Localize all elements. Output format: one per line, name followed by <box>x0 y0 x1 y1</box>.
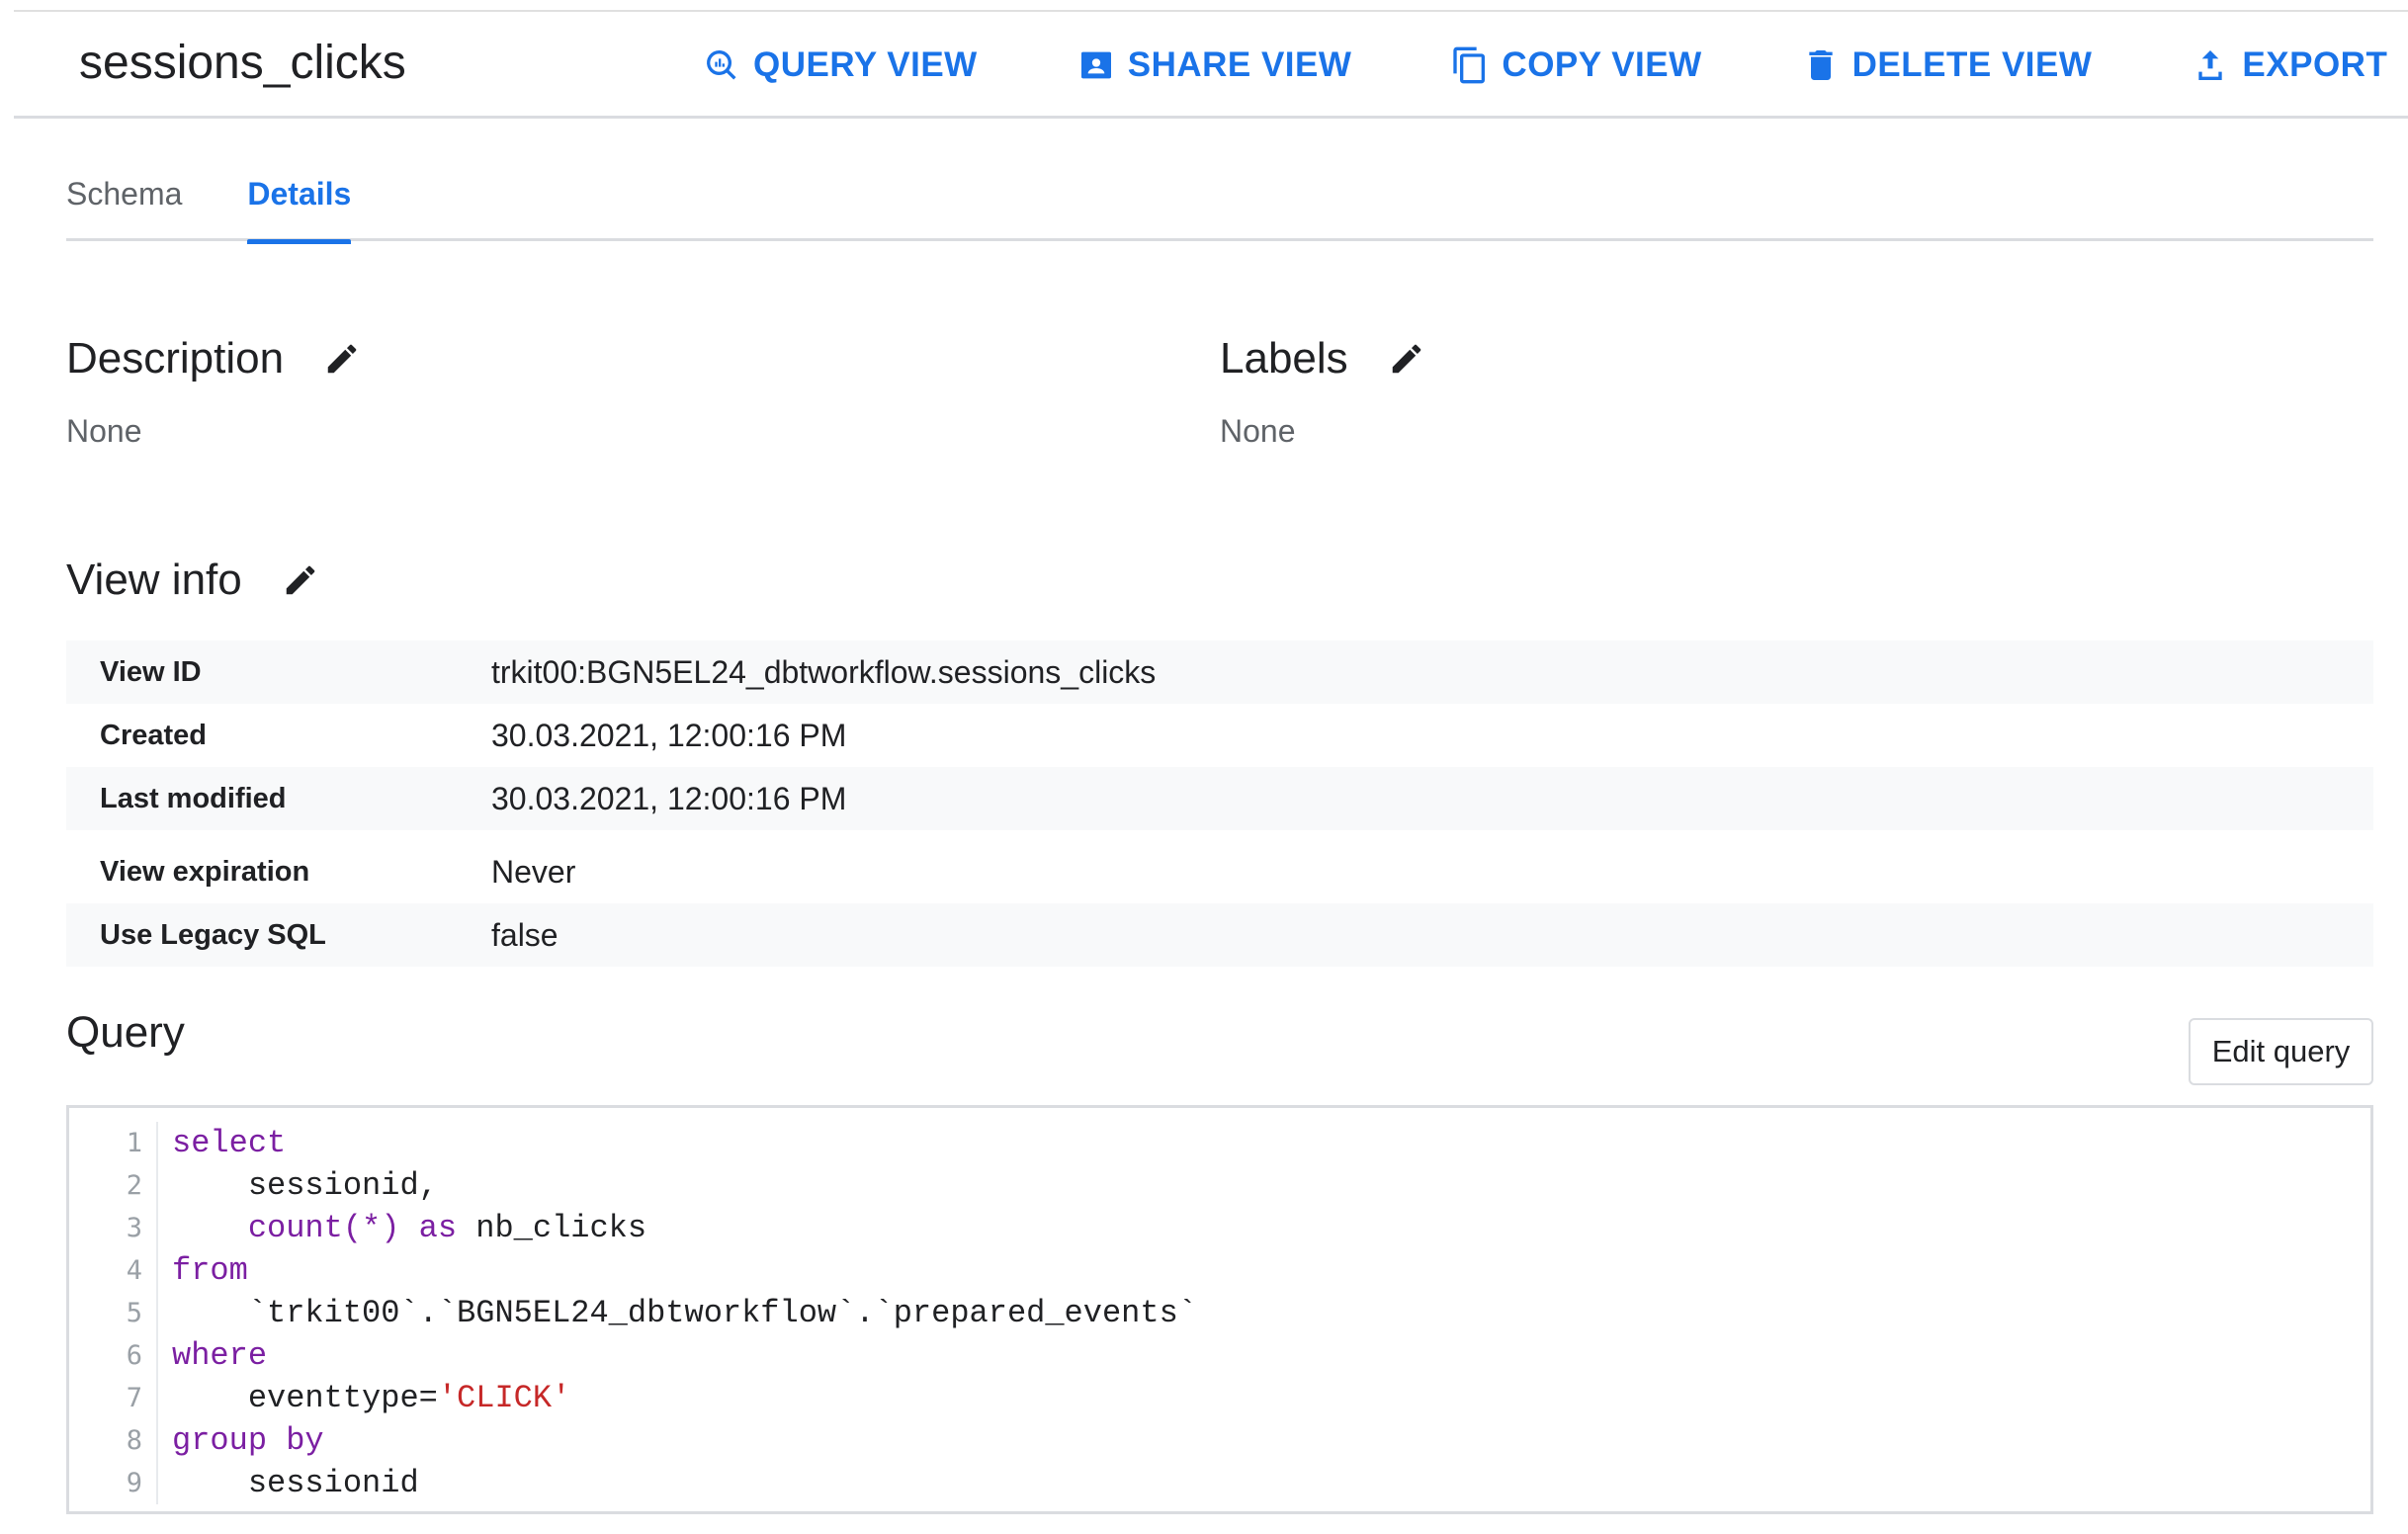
query-view-label: QUERY VIEW <box>753 45 978 84</box>
edit-description-pencil-icon[interactable] <box>323 340 361 378</box>
row-value: false <box>491 916 559 953</box>
line-number: 7 <box>69 1377 158 1419</box>
code-text: where <box>172 1337 268 1374</box>
edit-labels-pencil-icon[interactable] <box>1388 340 1425 378</box>
code-text: from <box>172 1252 248 1289</box>
line-number: 6 <box>69 1334 158 1377</box>
code-text: sessionid, <box>172 1167 438 1204</box>
code-text: sessionid <box>172 1465 419 1501</box>
edit-view-info-pencil-icon[interactable] <box>282 561 319 599</box>
row-value: trkit00:BGN5EL24_dbtworkflow.sessions_cl… <box>491 653 1157 690</box>
description-heading: Description <box>66 334 361 384</box>
code-line: 7 eventtype='CLICK' <box>69 1377 2370 1419</box>
line-number: 8 <box>69 1419 158 1462</box>
row-value: 30.03.2021, 12:00:16 PM <box>491 717 847 753</box>
code-line: 5 `trkit00`.`BGN5EL24_dbtworkflow`.`prep… <box>69 1292 2370 1334</box>
line-number: 9 <box>69 1462 158 1504</box>
code-line: 3 count(*) as nb_clicks <box>69 1207 2370 1249</box>
export-button[interactable]: EXPORT <box>2191 45 2408 85</box>
page-title: sessions_clicks <box>79 37 406 89</box>
export-icon <box>2191 45 2230 85</box>
code-text: group by <box>172 1422 324 1459</box>
row-value: 30.03.2021, 12:00:16 PM <box>491 780 847 816</box>
copy-icon <box>1450 45 1490 85</box>
row-value: Never <box>491 853 576 890</box>
query-view-button[interactable]: QUERY VIEW <box>702 45 978 85</box>
query-code-editor[interactable]: 1 select 2 sessionid, 3 count(*) as nb_c… <box>66 1105 2373 1514</box>
tab-bar: Schema Details <box>66 166 2373 244</box>
code-text: eventtype='CLICK' <box>172 1380 571 1416</box>
tab-schema[interactable]: Schema <box>66 166 182 241</box>
view-info-title: View info <box>66 555 242 604</box>
line-number: 3 <box>69 1207 158 1249</box>
copy-view-label: COPY VIEW <box>1502 45 1702 84</box>
table-row: Created 30.03.2021, 12:00:16 PM <box>66 704 2373 767</box>
header-bar: sessions_clicks QUERY VIEW SHARE VIEW CO… <box>14 12 2408 119</box>
row-key: Created <box>100 719 207 751</box>
code-line: 6 where <box>69 1334 2370 1377</box>
tab-details[interactable]: Details <box>247 166 351 244</box>
view-info-table: View ID trkit00:BGN5EL24_dbtworkflow.ses… <box>66 640 2373 967</box>
share-view-label: SHARE VIEW <box>1127 45 1352 84</box>
line-number: 1 <box>69 1122 158 1164</box>
code-line: 2 sessionid, <box>69 1164 2370 1207</box>
share-icon <box>1076 45 1116 85</box>
delete-view-button[interactable]: DELETE VIEW <box>1801 45 2093 85</box>
code-text: select <box>172 1125 287 1161</box>
query-icon <box>702 45 741 85</box>
row-key: View expiration <box>100 855 310 888</box>
query-heading: Query <box>66 1008 185 1058</box>
row-key: Use Legacy SQL <box>100 918 326 951</box>
description-value: None <box>66 413 142 449</box>
table-row: Last modified 30.03.2021, 12:00:16 PM <box>66 767 2373 830</box>
code-line: 4 from <box>69 1249 2370 1292</box>
toolbar: QUERY VIEW SHARE VIEW COPY VIEW DELETE V… <box>702 12 2408 119</box>
code-line: 9 sessionid <box>69 1462 2370 1504</box>
code-line: 1 select <box>69 1122 2370 1164</box>
code-text: count(*) as nb_clicks <box>172 1210 647 1246</box>
query-title: Query <box>66 1008 185 1057</box>
table-row: View ID trkit00:BGN5EL24_dbtworkflow.ses… <box>66 640 2373 704</box>
line-number: 4 <box>69 1249 158 1292</box>
edit-query-button[interactable]: Edit query <box>2189 1018 2373 1085</box>
line-number: 5 <box>69 1292 158 1334</box>
labels-value: None <box>1220 413 1296 449</box>
code-text: `trkit00`.`BGN5EL24_dbtworkflow`.`prepar… <box>172 1295 1197 1331</box>
labels-title: Labels <box>1220 334 1348 383</box>
table-row: Use Legacy SQL false <box>66 903 2373 967</box>
line-number: 2 <box>69 1164 158 1207</box>
delete-view-label: DELETE VIEW <box>1851 45 2093 84</box>
description-title: Description <box>66 334 285 383</box>
share-view-button[interactable]: SHARE VIEW <box>1076 45 1352 85</box>
code-line: 8 group by <box>69 1419 2370 1462</box>
view-info-heading: View info <box>66 555 319 605</box>
copy-view-button[interactable]: COPY VIEW <box>1450 45 1701 85</box>
row-spacer <box>66 830 2373 840</box>
row-key: Last modified <box>100 782 287 814</box>
delete-icon <box>1801 45 1841 85</box>
labels-heading: Labels <box>1220 334 1425 384</box>
table-row: View expiration Never <box>66 840 2373 903</box>
export-label: EXPORT <box>2242 45 2388 84</box>
row-key: View ID <box>100 655 202 688</box>
